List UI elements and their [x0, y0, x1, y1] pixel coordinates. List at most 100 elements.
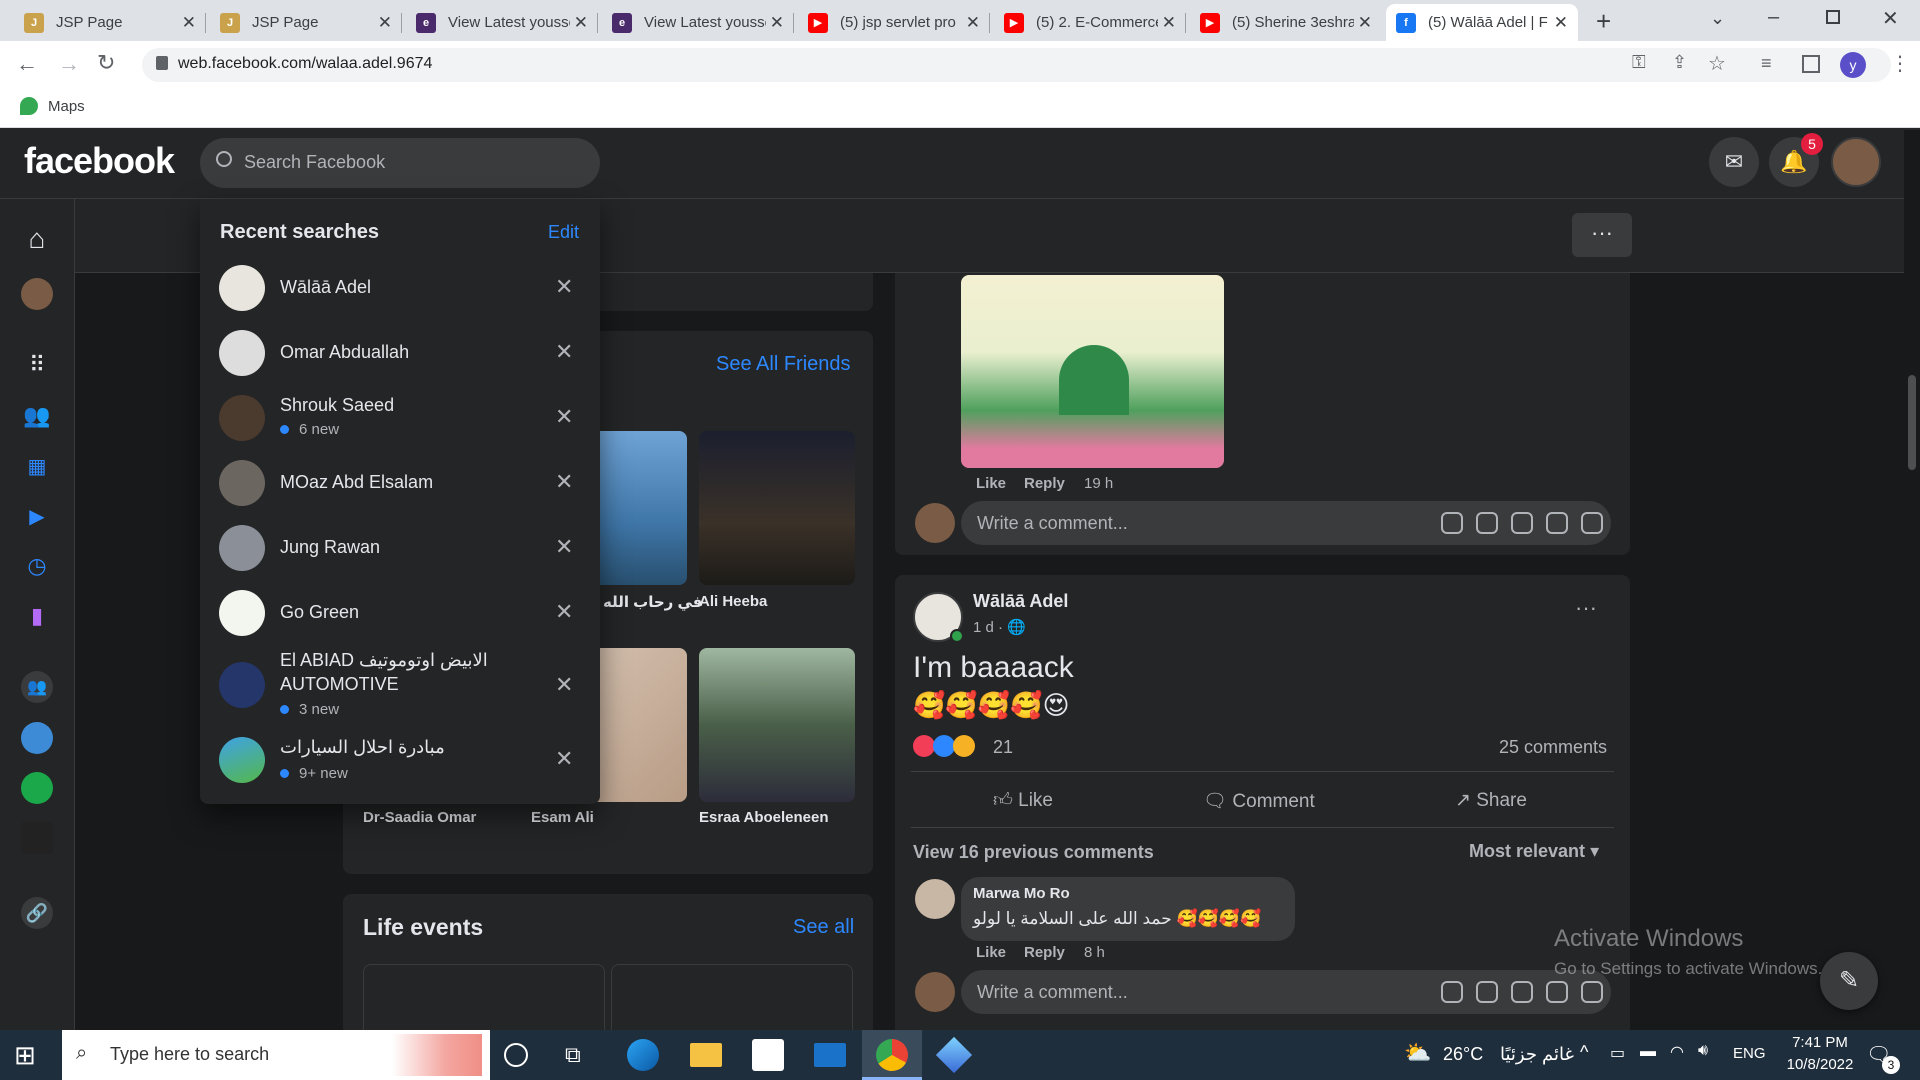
- task-view-icon[interactable]: ⧉: [565, 1039, 597, 1071]
- groups-icon[interactable]: 👥: [21, 671, 53, 703]
- recent-search-item[interactable]: Omar Abduallah ✕: [200, 323, 600, 383]
- tray-chevron-icon[interactable]: ^: [1580, 1042, 1588, 1063]
- see-all-life-events-link[interactable]: See all: [793, 916, 854, 939]
- remove-icon[interactable]: ✕: [555, 274, 573, 300]
- windows-start-icon[interactable]: ⊞: [14, 1039, 46, 1071]
- recent-search-item[interactable]: Shrouk Saeed 6 new ✕: [200, 388, 600, 448]
- recent-search-item[interactable]: مبادرة احلال السيارات 9+ new ✕: [200, 730, 600, 790]
- friend-name[interactable]: Esraa Aboeleneen: [699, 809, 829, 826]
- address-bar[interactable]: web.facebook.com/walaa.adel.9674 ⚿ ⇪ ☆: [142, 48, 1891, 82]
- friend-name[interactable]: Dr-Saadia Omar: [363, 809, 476, 826]
- remove-icon[interactable]: ✕: [555, 339, 573, 365]
- microsoft-store-icon[interactable]: [752, 1039, 784, 1071]
- commenter-avatar[interactable]: [915, 879, 955, 919]
- remove-icon[interactable]: ✕: [555, 469, 573, 495]
- recent-search-item[interactable]: Wālāā Adel ✕: [200, 258, 600, 318]
- close-tab-icon[interactable]: ✕: [1162, 13, 1176, 33]
- scrollbar[interactable]: [1904, 130, 1920, 1030]
- sticker-smile-icon[interactable]: [1581, 512, 1603, 534]
- profile-shortcut-avatar[interactable]: [21, 278, 53, 310]
- friend-name[interactable]: في رحاب الله: [603, 593, 702, 611]
- like-button[interactable]: 👍︎ Like: [993, 789, 1053, 812]
- remove-icon[interactable]: ✕: [555, 672, 573, 698]
- group-shortcut-avatar[interactable]: [21, 772, 53, 804]
- edge-icon[interactable]: [627, 1039, 659, 1071]
- new-message-compose-icon[interactable]: ✎: [1820, 952, 1878, 1010]
- post-author[interactable]: Wālāā Adel: [973, 591, 1068, 612]
- facebook-logo[interactable]: facebook: [24, 140, 175, 182]
- new-tab-button[interactable]: +: [1596, 6, 1611, 37]
- see-all-friends-link[interactable]: See All Friends: [716, 353, 851, 376]
- search-input[interactable]: Search Facebook: [200, 138, 600, 188]
- browser-tab[interactable]: ▶ (5) jsp servlet pro ✕: [798, 4, 990, 41]
- share-icon[interactable]: ⇪: [1672, 52, 1687, 73]
- gif-icon[interactable]: [1546, 512, 1568, 534]
- watch-icon[interactable]: ▶: [21, 500, 53, 532]
- key-icon[interactable]: ⚿: [1632, 52, 1646, 73]
- reply-link[interactable]: Reply: [1024, 475, 1065, 492]
- friend-name[interactable]: Esam Ali: [531, 809, 594, 826]
- tab-search-chevron-icon[interactable]: ⌄: [1710, 8, 1725, 29]
- more-options-button[interactable]: ···: [1572, 213, 1632, 257]
- friend-name[interactable]: Ali Heeba: [699, 593, 767, 610]
- marketplace-icon[interactable]: ▦: [21, 450, 53, 482]
- browser-tab[interactable]: ▶ (5) Sherine 3eshra ✕: [1190, 4, 1382, 41]
- group-shortcut-avatar[interactable]: [21, 722, 53, 754]
- friend-photo[interactable]: [699, 431, 855, 585]
- remove-icon[interactable]: ✕: [555, 599, 573, 625]
- sticker-icon[interactable]: [1441, 512, 1463, 534]
- volume-icon[interactable]: 🔊︎: [1698, 1042, 1708, 1060]
- camera-icon[interactable]: [1511, 512, 1533, 534]
- taskbar-search-box[interactable]: ⌕ Type here to search: [62, 1030, 490, 1080]
- reaction-count[interactable]: 21: [993, 737, 1013, 758]
- close-tab-icon[interactable]: ✕: [378, 13, 392, 33]
- chrome-menu-icon[interactable]: ⋮: [1890, 51, 1910, 76]
- recent-search-item[interactable]: El ABIAD الابيض اوتوموتيف AUTOMOTIVE 3 n…: [200, 648, 600, 722]
- life-event-tile[interactable]: [363, 964, 605, 1030]
- browser-tab[interactable]: J JSP Page ✕: [210, 4, 402, 41]
- page-shortcut-avatar[interactable]: [21, 822, 53, 854]
- remove-icon[interactable]: ✕: [555, 534, 573, 560]
- comment-author[interactable]: Marwa Mo Ro: [973, 885, 1070, 902]
- friends-icon[interactable]: 👥: [21, 400, 53, 432]
- recent-search-item[interactable]: Jung Rawan ✕: [200, 518, 600, 578]
- chrome-taskbar-button[interactable]: [862, 1030, 922, 1080]
- browser-tab-active[interactable]: f (5) Wālāā Adel | F ✕: [1386, 4, 1578, 41]
- link-icon[interactable]: 🔗: [21, 897, 53, 929]
- reload-icon[interactable]: ↻: [97, 50, 115, 76]
- maximize-button[interactable]: [1826, 10, 1840, 24]
- reply-link[interactable]: Reply: [1024, 944, 1065, 961]
- close-window-button[interactable]: ✕: [1882, 6, 1899, 31]
- account-avatar[interactable]: [1831, 137, 1881, 187]
- emoji-icon[interactable]: [1476, 981, 1498, 1003]
- close-tab-icon[interactable]: ✕: [770, 13, 784, 33]
- back-arrow-icon[interactable]: ←: [16, 51, 38, 77]
- like-link[interactable]: Like: [976, 944, 1006, 961]
- friend-photo[interactable]: [699, 648, 855, 802]
- minimize-button[interactable]: –: [1768, 6, 1779, 29]
- language-indicator[interactable]: ENG: [1733, 1045, 1766, 1062]
- clock-time[interactable]: 7:41 PM: [1786, 1034, 1854, 1051]
- file-explorer-icon[interactable]: [690, 1043, 722, 1067]
- close-tab-icon[interactable]: ✕: [182, 13, 196, 33]
- memories-clock-icon[interactable]: ◷: [21, 550, 53, 582]
- write-comment-input[interactable]: Write a comment...: [961, 501, 1611, 545]
- browser-tab[interactable]: J JSP Page ✕: [14, 4, 206, 41]
- edit-recent-link[interactable]: Edit: [548, 222, 579, 243]
- remove-icon[interactable]: ✕: [555, 404, 573, 430]
- weather-cloud-icon[interactable]: ⛅: [1404, 1040, 1431, 1066]
- sticker-icon[interactable]: [1441, 981, 1463, 1003]
- browser-tab[interactable]: e View Latest yousse ✕: [406, 4, 598, 41]
- saved-bookmark-icon[interactable]: ▮: [21, 600, 53, 632]
- recent-search-item[interactable]: MOaz Abd Elsalam ✕: [200, 453, 600, 513]
- mail-icon[interactable]: [814, 1043, 846, 1067]
- post-options-icon[interactable]: ···: [1575, 595, 1597, 621]
- profile-avatar[interactable]: y: [1840, 52, 1866, 78]
- comment-button[interactable]: 🗨 Comment: [1203, 789, 1315, 813]
- clock-date[interactable]: 10/8/2022: [1778, 1056, 1862, 1073]
- scrollbar-thumb[interactable]: [1908, 375, 1916, 470]
- browser-tab[interactable]: ▶ (5) 2. E-Commerce ✕: [994, 4, 1186, 41]
- close-tab-icon[interactable]: ✕: [966, 13, 980, 33]
- forward-arrow-icon[interactable]: →: [58, 51, 80, 77]
- view-previous-comments[interactable]: View 16 previous comments: [913, 842, 1154, 863]
